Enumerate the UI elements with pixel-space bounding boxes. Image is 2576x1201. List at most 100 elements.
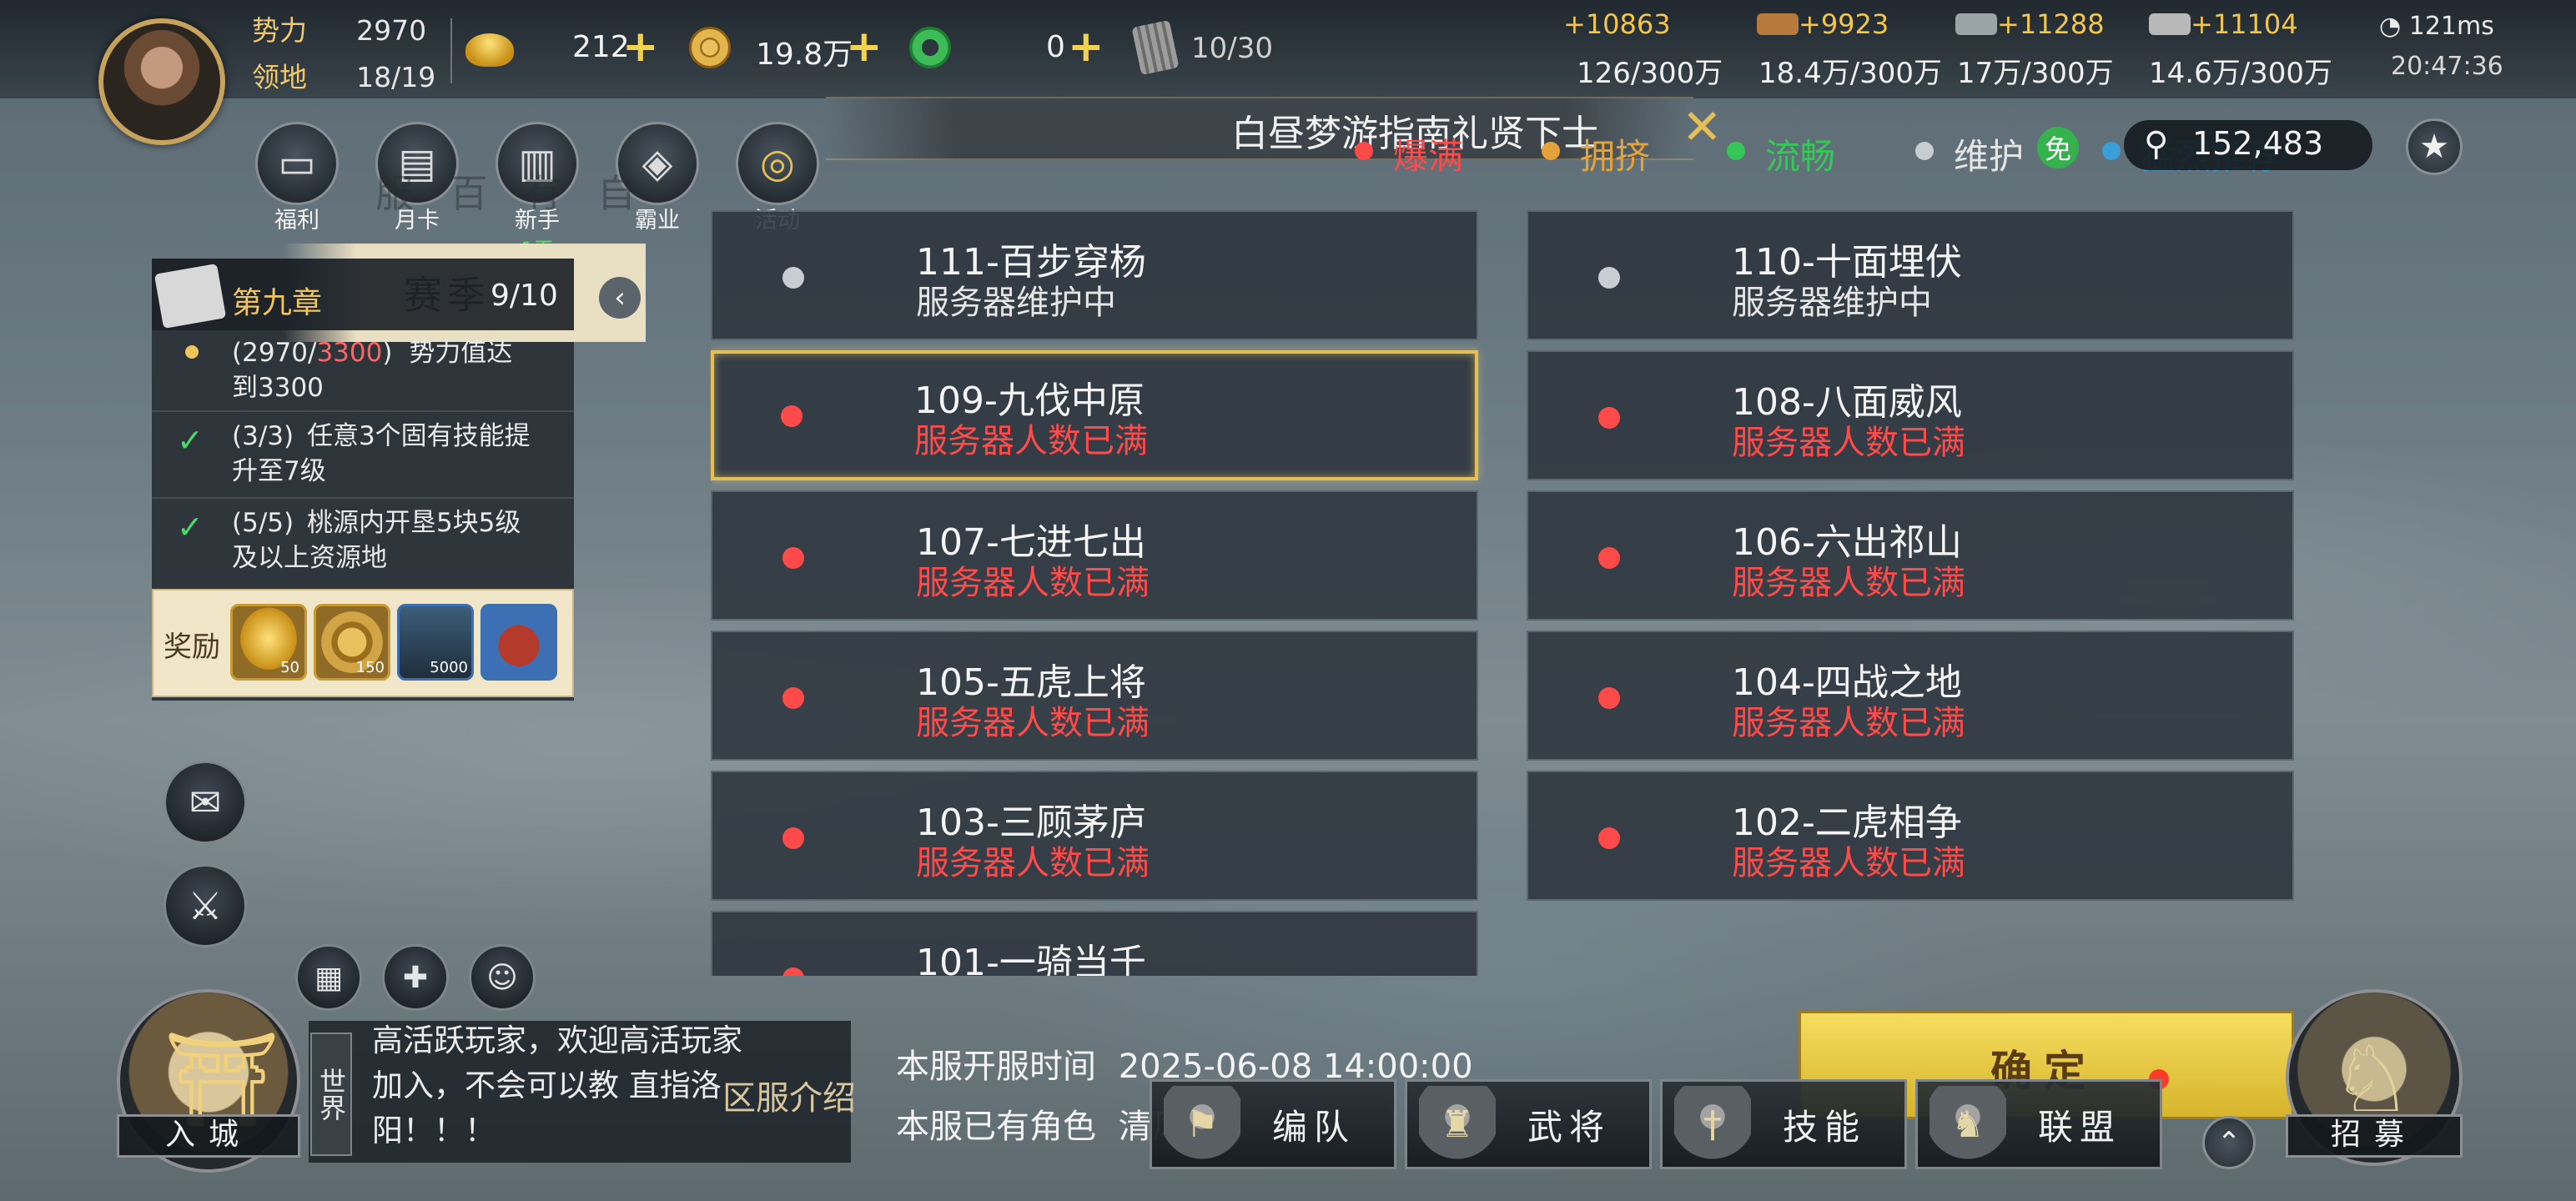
map-search-button[interactable]: ▦ xyxy=(295,944,362,1011)
iron-icon xyxy=(1955,13,1997,35)
server-card[interactable]: 111-百步穿杨 服务器维护中 xyxy=(711,210,1478,340)
gold-ingot-icon[interactable]: 50 xyxy=(230,604,307,681)
mail-button[interactable]: ✉ xyxy=(164,761,247,844)
legend-crowded-dot xyxy=(1542,142,1560,160)
status-full-dot xyxy=(782,547,804,569)
production-grain: +10863 xyxy=(1563,8,1671,40)
task-row[interactable]: ✓ (5/5) 桃源内开垦5块5级 及以上资源地 xyxy=(152,500,574,587)
recruit-label[interactable]: 招募 xyxy=(2286,1114,2463,1158)
task-text: (2970/3300) 势力值达 到3300 xyxy=(232,335,566,405)
jade-icon xyxy=(909,27,951,68)
server-card[interactable]: 109-九伐中原 服务器人数已满 xyxy=(711,350,1478,480)
tab-skills-label: 技能 xyxy=(1783,1106,1867,1148)
server-card[interactable]: 108-八面威风 服务器人数已满 xyxy=(1527,350,2294,480)
status-full-dot xyxy=(781,405,802,427)
chat-line3: 阳！！！ xyxy=(372,1113,496,1148)
roles-label: 本服已有角色 xyxy=(896,1108,1096,1146)
task-row[interactable]: (2970/3300) 势力值达 到3300 xyxy=(152,330,574,412)
open-time-label: 本服开服时间 xyxy=(896,1048,1096,1086)
server-status: 服务器人数已满 xyxy=(1732,564,1965,602)
faded-server-title: 服 百 有 自 xyxy=(375,171,647,216)
server-status: 服务器人数已满 xyxy=(916,704,1150,742)
copper-coin-add-button[interactable]: + xyxy=(846,25,883,68)
legend-crowded-label: 拥挤 xyxy=(1580,136,1651,177)
reward-count: 5000 xyxy=(430,659,468,676)
task-text: (5/5) 桃源内开垦5块5级 及以上资源地 xyxy=(232,505,566,575)
gold-ingot-add-button[interactable]: + xyxy=(622,25,659,68)
server-card[interactable]: 101-一骑当千 xyxy=(711,911,1478,976)
copper-coin-icon[interactable]: 150 xyxy=(314,604,390,681)
territory-value: 18/19 xyxy=(356,61,436,93)
server-card[interactable]: 102-二虎相争 服务器人数已满 xyxy=(1527,771,2294,901)
favorite-star-button[interactable]: ★ xyxy=(2406,118,2463,175)
maintenance-exempt-badge: 免 xyxy=(2037,127,2079,168)
treasure-chest-icon[interactable] xyxy=(480,604,557,681)
enter-city-label[interactable]: 入城 xyxy=(117,1114,300,1158)
iron-rate: +11288 xyxy=(1997,8,2105,40)
player-avatar[interactable] xyxy=(98,18,225,145)
status-full-dot xyxy=(1598,827,1620,849)
server-card[interactable]: 105-五虎上将 服务器人数已满 xyxy=(711,631,1478,761)
task-progress: (5/5) xyxy=(232,508,294,538)
task-row[interactable]: ✓ (3/3) 任意3个固有技能提 升至7级 xyxy=(152,414,574,499)
report-icon: ⚔ xyxy=(188,883,223,928)
server-card[interactable]: 110-十面埋伏 服务器维护中 xyxy=(1527,210,2294,340)
expand-menu-button[interactable]: ⌃ xyxy=(2202,1116,2256,1169)
power-label: 势力 xyxy=(252,14,307,47)
server-card[interactable]: 103-三顾茅庐 服务器人数已满 xyxy=(711,771,1478,901)
task-progress: (3/3) xyxy=(232,421,294,451)
reward-label: 奖励 xyxy=(164,631,220,664)
server-status: 服务器维护中 xyxy=(916,284,1116,322)
grain-rate: +10863 xyxy=(1563,8,1671,40)
jade-add-button[interactable]: + xyxy=(1068,25,1104,68)
production-wood: +9923 xyxy=(1757,8,1889,40)
legend-smooth-dot xyxy=(1727,142,1745,160)
dpad-button[interactable]: ✚ xyxy=(382,944,449,1011)
check-icon: ✓ xyxy=(177,422,204,459)
battle-report-button[interactable]: ⚔ xyxy=(164,864,247,947)
general-icon: ♜ xyxy=(1419,1086,1496,1163)
tab-alliance-label: 联盟 xyxy=(2038,1106,2122,1148)
wood-cap: 18.4万/300万 xyxy=(1758,57,1943,90)
server-status: 服务器人数已满 xyxy=(1732,424,1965,462)
lantern-icon: ◎ xyxy=(736,122,819,205)
tab-skills[interactable]: † 技能 xyxy=(1660,1079,1907,1169)
tab-alliance[interactable]: ♞ 联盟 xyxy=(1915,1079,2162,1169)
territory-label: 领地 xyxy=(252,61,307,93)
server-card[interactable]: 106-六出祁山 服务器人数已满 xyxy=(1527,490,2294,621)
tab-formation[interactable]: ⚑ 编队 xyxy=(1150,1079,1396,1169)
tab-generals-label: 武将 xyxy=(1527,1106,1612,1148)
chat-channel-tag[interactable]: 世界 xyxy=(310,1033,352,1156)
server-status: 服务器人数已满 xyxy=(1732,704,1965,742)
stone-rate: +11104 xyxy=(2191,8,2298,40)
status-full-dot xyxy=(1598,547,1620,569)
flag-icon: ⚑ xyxy=(1164,1086,1240,1163)
task-progress-target: 3300 xyxy=(316,338,383,368)
menu-welfare[interactable]: ▭ 福利 xyxy=(247,122,347,234)
task-desc-line2: 升至7级 xyxy=(232,456,326,486)
legend-maintenance-dot xyxy=(1915,142,1934,160)
production-stone: +11104 xyxy=(2149,8,2298,40)
clock-time: 20:47:36 xyxy=(2391,52,2503,81)
tab-generals[interactable]: ♜ 武将 xyxy=(1405,1079,1652,1169)
legend-full-label: 爆满 xyxy=(1393,136,1464,177)
friends-button[interactable]: ☺ xyxy=(469,944,536,1011)
server-card[interactable]: 104-四战之地 服务器人数已满 xyxy=(1527,631,2294,761)
wood-icon xyxy=(1757,13,1799,35)
server-list: 111-百步穿杨 服务器维护中 109-九伐中原 服务器人数已满 107-七进七出 服务器… xyxy=(711,210,2296,976)
generals-icon[interactable]: 5000 xyxy=(397,604,474,681)
task-desc-line1: 任意3个固有技能提 xyxy=(306,421,531,451)
sword-icon: † xyxy=(1674,1086,1751,1163)
task-pending-dot xyxy=(185,345,199,359)
collapse-panel-button[interactable]: ‹ xyxy=(599,277,641,319)
status-full-dot xyxy=(1598,407,1620,429)
chat-line2: 加入，不会可以教 直指洛 xyxy=(372,1068,722,1103)
server-card[interactable]: 107-七进七出 服务器人数已满 xyxy=(711,490,1478,621)
server-intro-link[interactable]: 区服介绍 xyxy=(722,1071,856,1119)
grain-cap: 126/300万 xyxy=(1577,57,1723,90)
legend-full-dot xyxy=(1355,142,1373,160)
wood-rate: +9923 xyxy=(1799,8,1889,40)
server-status: 服务器人数已满 xyxy=(914,422,1148,460)
stone-icon xyxy=(2149,13,2191,35)
divider xyxy=(450,18,452,83)
